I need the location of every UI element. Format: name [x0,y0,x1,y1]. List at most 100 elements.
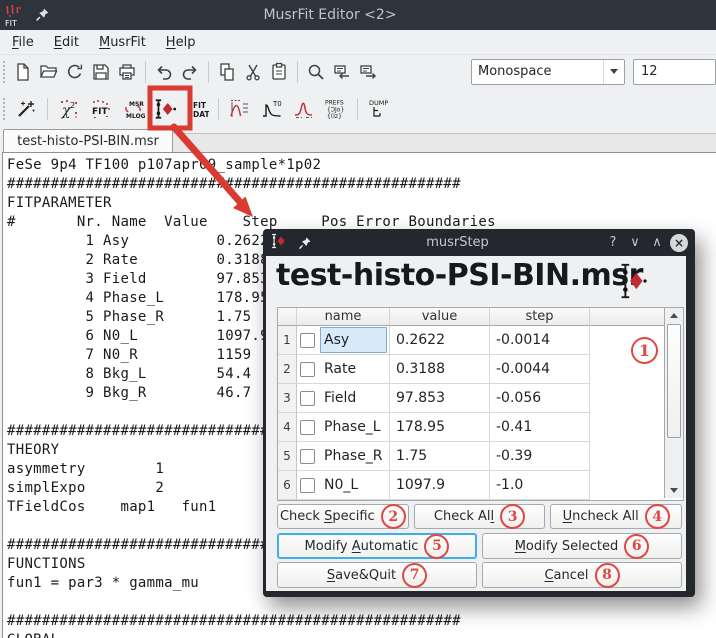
parameter-name[interactable]: Field [320,385,387,411]
toolbar-handle[interactable] [3,61,5,83]
toolbar-separator [47,98,48,120]
redo-button[interactable] [178,58,202,86]
pin-icon[interactable] [35,7,51,23]
column-header-name[interactable]: name [297,308,390,326]
shade-button[interactable]: ∨ [624,235,646,250]
menu-musrfit[interactable]: MusrFit [89,33,156,52]
musr-wizard-button[interactable] [12,95,40,123]
musr-view-button[interactable] [226,95,254,123]
row-header[interactable]: 1 [278,326,297,355]
cell-value[interactable]: 0.2622 [390,326,490,355]
parameter-name[interactable]: N0_L [320,472,387,498]
cell-step[interactable]: -0.41 [490,413,590,442]
cell-name[interactable]: N0_L [297,471,390,500]
help-button[interactable]: ? [602,235,624,250]
scroll-down-button[interactable] [665,483,683,498]
cell-name[interactable]: Phase_R [297,442,390,471]
modify-automatic-button[interactable]: Modify Automatic5 [277,533,477,559]
menubar: FileEditMusrFitHelp [0,30,716,55]
cell-step[interactable]: -0.0014 [490,326,590,355]
cell-value[interactable]: 1.75 [390,442,490,471]
cell-value[interactable]: 178.95 [390,413,490,442]
unshade-button[interactable]: ∧ [646,235,668,250]
prefs-icon: PREFS{ƆJo}{(Iz} [323,98,349,120]
row-header[interactable]: 2 [278,355,297,384]
annotation-circle-3: 3 [500,504,525,529]
cell-value[interactable]: 1097.9 [390,471,490,500]
cell-name[interactable]: Phase_L [297,413,390,442]
cell-step[interactable]: -0.39 [490,442,590,471]
cell-step[interactable]: -1.0 [490,471,590,500]
undo-button[interactable] [152,58,176,86]
row-checkbox[interactable] [300,391,315,406]
open-file-button[interactable] [37,58,61,86]
toolbar-handle[interactable] [3,98,5,120]
find-prev-button[interactable] [330,58,354,86]
print-button[interactable] [115,58,139,86]
row-checkbox[interactable] [300,449,315,464]
fourier-button[interactable] [290,95,318,123]
cell-name[interactable]: Asy [297,326,390,355]
save-button[interactable] [89,58,113,86]
new-file-icon [13,62,33,82]
parameter-name[interactable]: Phase_R [320,443,387,469]
check-specific-button[interactable]: Check Specific2 [277,504,409,529]
parameter-name[interactable]: Asy [320,327,387,353]
table-scrollbar[interactable] [664,308,683,498]
copy-button[interactable] [215,58,239,86]
find-button[interactable] [304,58,328,86]
close-button[interactable]: × [670,234,688,252]
msr-mlog-button[interactable]: MSRMLOG [119,95,147,123]
parameter-name[interactable]: Phase_L [320,414,387,440]
row-checkbox[interactable] [300,362,315,377]
scrollbar-thumb[interactable] [667,324,681,438]
prefs-button[interactable]: PREFS{ƆJo}{(Iz} [322,95,350,123]
fit-dat-button[interactable]: FITDAT [183,95,211,123]
reload-button[interactable] [63,58,87,86]
cut-button[interactable] [241,58,265,86]
fit-dat-icon: FITDAT [185,98,209,120]
musr-step-button[interactable] [151,95,179,123]
cell-name[interactable]: Rate [297,355,390,384]
annotation-circle-2: 2 [381,504,406,529]
row-header[interactable]: 4 [278,413,297,442]
cell-name[interactable]: Field [297,384,390,413]
combo-dropdown-button[interactable] [603,60,624,84]
dump-button[interactable]: DUMP [365,95,393,123]
row-checkbox[interactable] [300,478,315,493]
row-checkbox[interactable] [300,420,315,435]
row-checkbox[interactable] [300,333,315,348]
row-header[interactable]: 3 [278,384,297,413]
cell-value[interactable]: 97.853 [390,384,490,413]
font-size-spinbox[interactable]: 12 [633,59,716,85]
modify-selected-button[interactable]: Modify Selected6 [482,533,682,559]
parameter-name[interactable]: Rate [320,356,387,382]
cancel-button[interactable]: Cancel8 [482,562,682,588]
uncheck-all-button[interactable]: Uncheck All4 [550,504,682,529]
cell-step[interactable]: -0.056 [490,384,590,413]
column-header-value[interactable]: value [390,308,490,326]
cell-value[interactable]: 0.3188 [390,355,490,384]
new-file-button[interactable] [11,58,35,86]
column-header-step[interactable]: step [490,308,590,326]
chisq-button[interactable]: χ2 [55,95,83,123]
save-quit-button[interactable]: Save&Quit7 [277,562,477,588]
fit-button[interactable]: FIT [87,95,115,123]
t0-button[interactable]: T0 [258,95,286,123]
cell-step[interactable]: -0.0044 [490,355,590,384]
dialog-titlebar: musrStep ? ∨ ∧ × [266,229,692,256]
dialog-heading: test-histo-PSI-BIN.msr [276,258,643,293]
tab-active[interactable]: test-histo-PSI-BIN.msr [3,129,173,153]
font-family-combo[interactable]: Monospace [471,59,625,85]
row-header[interactable]: 6 [278,471,297,500]
dialog-pin-icon[interactable] [298,235,313,250]
menu-file[interactable]: File [2,33,44,52]
row-header[interactable]: 5 [278,442,297,471]
paste-button[interactable] [267,58,291,86]
find-next-button[interactable] [356,58,380,86]
scroll-up-button[interactable] [665,308,683,323]
menu-edit[interactable]: Edit [44,33,89,52]
reload-icon [65,62,85,82]
menu-help[interactable]: Help [156,33,206,52]
check-all-button[interactable]: Check All3 [414,504,546,529]
